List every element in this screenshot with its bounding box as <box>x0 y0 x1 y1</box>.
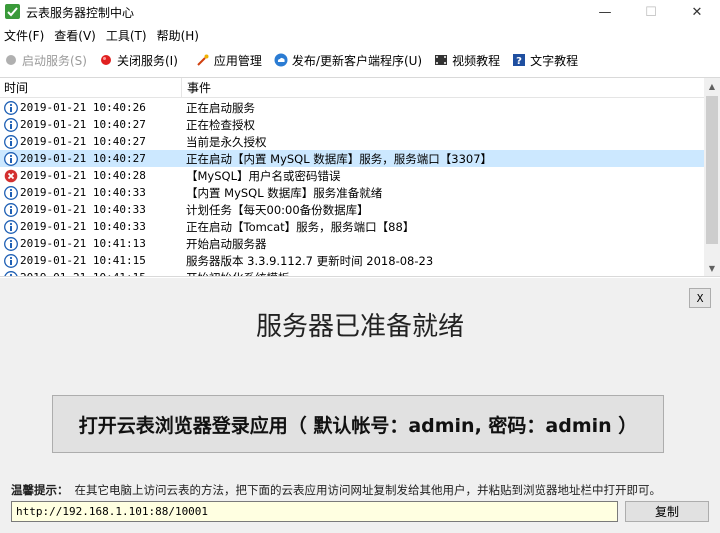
info-icon <box>4 219 18 234</box>
log-time: 2019-01-21 10:40:27 <box>20 135 146 148</box>
scroll-up-icon[interactable]: ▲ <box>704 78 720 94</box>
text-tutorial-label: 文字教程 <box>530 53 579 68</box>
info-icon <box>4 100 18 115</box>
log-time: 2019-01-21 10:40:27 <box>20 152 146 165</box>
log-event: 【内置 MySQL 数据库】服务准备就绪 <box>186 185 383 200</box>
log-row[interactable]: 2019-01-21 10:40:27 正在检查授权 <box>0 116 704 133</box>
wand-icon <box>196 53 210 67</box>
log-row[interactable]: 2019-01-21 10:41:13 开始启动服务器 <box>0 235 704 252</box>
log-event: 开始初始化系统模板 <box>182 270 290 277</box>
app-manage-label: 应用管理 <box>213 53 262 68</box>
menu-bar: 文件(F) 查看(V) 工具(T) 帮助(H) <box>0 25 720 46</box>
close-window-button[interactable]: ✕ <box>674 0 720 24</box>
close-panel-button[interactable]: X <box>689 288 711 308</box>
info-icon <box>4 185 18 200</box>
log-time: 2019-01-21 10:40:33 <box>20 186 146 199</box>
column-header-time[interactable]: 时间 <box>0 78 182 98</box>
hint-text: 在其它电脑上访问云表的方法，把下面的云表应用访问网址复制发给其他用户，并粘贴到浏… <box>74 483 662 497</box>
film-icon <box>434 53 448 67</box>
text-tutorial-button[interactable]: ? 文字教程 <box>508 49 582 71</box>
log-row[interactable]: 2019-01-21 10:40:27 当前是永久授权 <box>0 133 704 150</box>
stop-service-label: 关闭服务(I) <box>116 53 178 68</box>
maximize-button[interactable]: ☐ <box>628 0 674 24</box>
info-icon <box>4 253 18 268</box>
info-icon <box>4 236 18 251</box>
publish-client-button[interactable]: 发布/更新客户端程序(U) <box>270 49 426 71</box>
menu-help[interactable]: 帮助(H) <box>153 27 205 44</box>
publish-client-label: 发布/更新客户端程序(U) <box>291 53 423 68</box>
log-event: 正在启动服务 <box>186 100 255 115</box>
log-header: 时间 事件 <box>0 78 704 98</box>
log-scrollbar[interactable]: ▲ ▼ <box>704 78 720 276</box>
start-service-label: 启动服务(S) <box>22 53 87 68</box>
scroll-down-icon[interactable]: ▼ <box>704 260 720 276</box>
menu-view[interactable]: 查看(V) <box>50 27 102 44</box>
hint-line: 温馨提示： 在其它电脑上访问云表的方法，把下面的云表应用访问网址复制发给其他用户，… <box>11 482 661 498</box>
window-title: 云表服务器控制中心 <box>26 6 135 20</box>
log-event: 【MySQL】用户名或密码错误 <box>186 168 341 183</box>
start-dot-icon <box>4 53 18 67</box>
log-time: 2019-01-21 10:40:27 <box>20 118 146 131</box>
stop-dot-icon <box>99 53 113 67</box>
menu-tools[interactable]: 工具(T) <box>102 27 153 44</box>
app-logo-icon <box>5 4 20 19</box>
log-time: 2019-01-21 10:40:28 <box>20 169 146 182</box>
log-row[interactable]: 2019-01-21 10:41:15开始初始化系统模板 <box>0 269 704 277</box>
log-event: 开始启动服务器 <box>186 236 267 251</box>
log-time: 2019-01-21 10:40:33 <box>20 220 146 233</box>
minimize-button[interactable]: — <box>582 0 628 24</box>
log-time: 2019-01-21 10:41:15 <box>20 271 182 276</box>
log-event: 计划任务【每天00:00备份数据库】 <box>186 202 369 217</box>
log-time: 2019-01-21 10:41:13 <box>20 237 146 250</box>
help-book-icon: ? <box>512 53 526 67</box>
event-log-list[interactable]: 时间 事件 2019-01-21 10:40:26 正在启动服务 2019-01-2… <box>0 77 720 277</box>
video-tutorial-button[interactable]: 视频教程 <box>430 49 504 71</box>
access-url-field[interactable] <box>11 501 618 522</box>
log-row[interactable]: 2019-01-21 10:40:26 正在启动服务 <box>0 99 704 116</box>
log-row[interactable]: 2019-01-21 10:40:33 【内置 MySQL 数据库】服务准备就绪 <box>0 184 704 201</box>
log-event: 正在检查授权 <box>186 117 255 132</box>
log-row[interactable]: 2019-01-21 10:41:15 服务器版本 3.3.9.112.7 更新时… <box>0 252 704 269</box>
svg-text:?: ? <box>516 56 522 67</box>
info-icon <box>4 202 18 217</box>
log-row[interactable]: 2019-01-21 10:40:27 正在启动【内置 MySQL 数据库】服务，… <box>0 150 704 167</box>
info-icon <box>4 270 18 276</box>
log-event: 当前是永久授权 <box>186 134 267 149</box>
hint-label: 温馨提示： <box>11 483 69 497</box>
scroll-thumb[interactable] <box>706 96 718 244</box>
log-row[interactable]: 2019-01-21 10:40:28 【MySQL】用户名或密码错误 <box>0 167 704 184</box>
log-row[interactable]: 2019-01-21 10:40:33 计划任务【每天00:00备份数据库】 <box>0 201 704 218</box>
copy-url-button[interactable]: 复制 <box>625 501 709 522</box>
error-icon <box>4 169 18 182</box>
server-status-message: 服务器已准备就绪 <box>255 312 464 342</box>
app-manage-button[interactable]: 应用管理 <box>192 49 266 71</box>
info-icon <box>4 134 18 149</box>
title-bar: 云表服务器控制中心 — ☐ ✕ <box>0 0 720 24</box>
log-event: 正在启动【内置 MySQL 数据库】服务，服务端口【3307】 <box>186 151 493 166</box>
log-time: 2019-01-21 10:40:26 <box>20 101 146 114</box>
status-panel: X 服务器已准备就绪 打开云表浏览器登录应用（ 默认帐号：admin, 密码：a… <box>0 278 720 533</box>
cloud-upload-icon <box>274 53 288 67</box>
log-time: 2019-01-21 10:40:33 <box>20 203 146 216</box>
log-rows: 2019-01-21 10:40:26 正在启动服务 2019-01-21 10:4… <box>0 99 704 277</box>
info-icon <box>4 117 18 132</box>
log-event: 正在启动【Tomcat】服务，服务端口【88】 <box>186 219 415 234</box>
start-service-button[interactable]: 启动服务(S) <box>0 49 91 71</box>
toolbar: 启动服务(S) 关闭服务(I) 应用管理 发布/更新客户端程序(U) 视频教程 … <box>0 48 720 72</box>
open-browser-login-button[interactable]: 打开云表浏览器登录应用（ 默认帐号：admin, 密码：admin ） <box>52 395 664 453</box>
log-time: 2019-01-21 10:41:15 <box>20 254 146 267</box>
stop-service-button[interactable]: 关闭服务(I) <box>95 49 182 71</box>
info-icon <box>4 151 18 166</box>
column-header-event[interactable]: 事件 <box>182 78 211 98</box>
log-row[interactable]: 2019-01-21 10:40:33 正在启动【Tomcat】服务，服务端口【8… <box>0 218 704 235</box>
video-tutorial-label: 视频教程 <box>452 53 501 68</box>
menu-file[interactable]: 文件(F) <box>0 27 50 44</box>
log-event: 服务器版本 3.3.9.112.7 更新时间 2018-08-23 <box>186 253 434 268</box>
